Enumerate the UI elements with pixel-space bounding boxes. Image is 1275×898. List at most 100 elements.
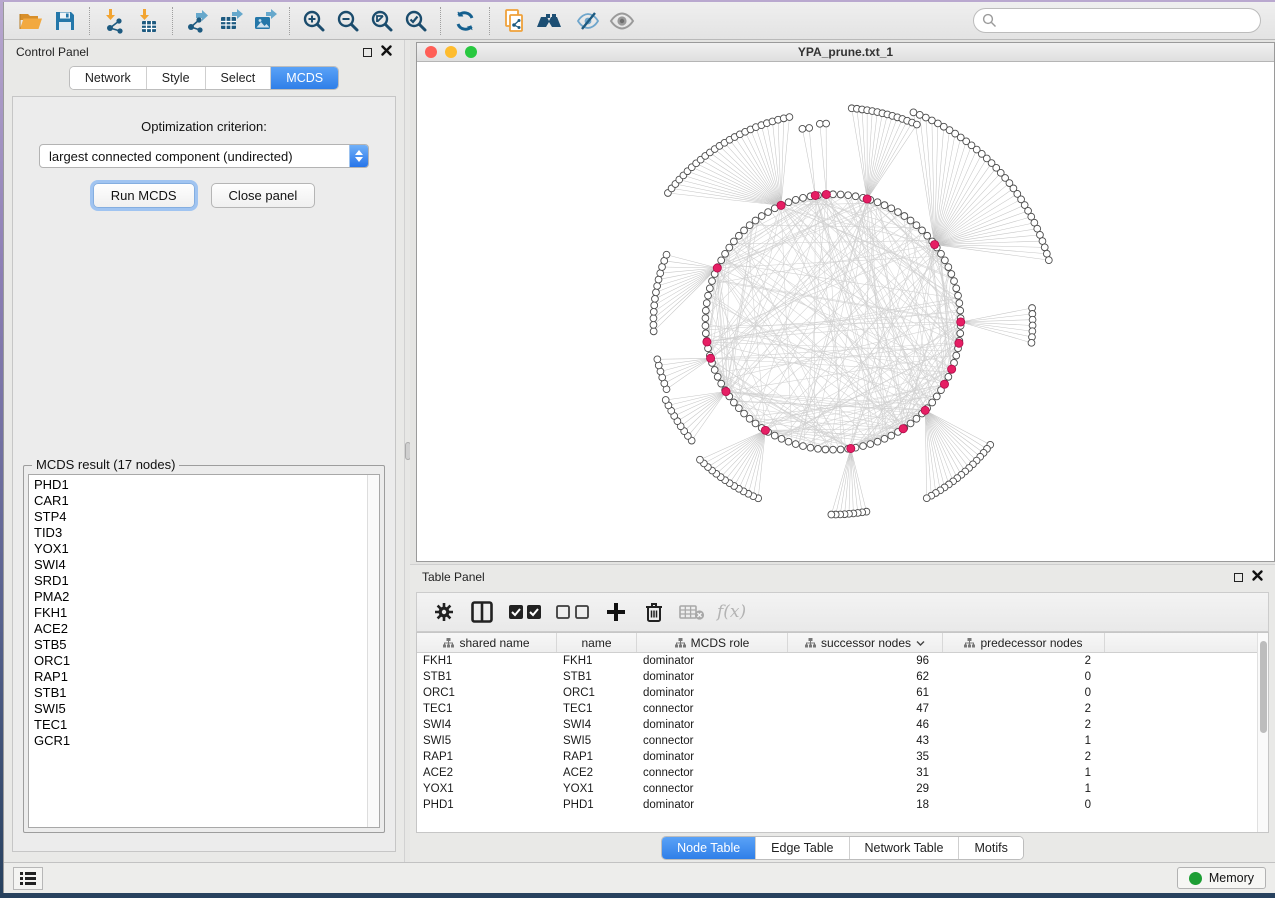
network-window-titlebar[interactable]: YPA_prune.txt_1 bbox=[417, 43, 1274, 62]
table-row[interactable]: YOX1YOX1connector291 bbox=[417, 781, 1257, 797]
table-panel-title: Table Panel bbox=[422, 570, 485, 584]
cell-successors: 47 bbox=[788, 703, 943, 715]
zoom-out-icon[interactable] bbox=[331, 5, 365, 37]
mcds-result-item[interactable]: FKH1 bbox=[34, 605, 367, 621]
column-header-filler bbox=[1105, 633, 1257, 652]
hide-selected-icon[interactable] bbox=[571, 5, 605, 37]
tab-network[interactable]: Network bbox=[70, 67, 147, 89]
mcds-result-item[interactable]: STB5 bbox=[34, 637, 367, 653]
column-header-MCDS-role[interactable]: MCDS role bbox=[637, 633, 788, 652]
tab-select[interactable]: Select bbox=[206, 67, 272, 89]
network-view-canvas[interactable] bbox=[417, 62, 1274, 561]
mcds-result-item[interactable]: TID3 bbox=[34, 525, 367, 541]
column-header-successor-nodes[interactable]: successor nodes bbox=[788, 633, 943, 652]
table-row[interactable]: SWI5SWI5connector431 bbox=[417, 733, 1257, 749]
gear-icon[interactable] bbox=[431, 599, 457, 625]
task-history-button[interactable] bbox=[13, 867, 43, 890]
cell-role: connector bbox=[637, 735, 788, 747]
mcds-result-item[interactable]: CAR1 bbox=[34, 493, 367, 509]
table-panel-header: Table Panel bbox=[410, 565, 1275, 589]
show-all-icon[interactable] bbox=[605, 5, 639, 37]
float-panel-icon[interactable] bbox=[1234, 573, 1243, 582]
table-scrollbar-thumb[interactable] bbox=[1260, 641, 1267, 733]
open-file-icon[interactable] bbox=[14, 5, 48, 37]
run-mcds-button[interactable]: Run MCDS bbox=[93, 183, 195, 208]
mcds-result-item[interactable]: PHD1 bbox=[34, 477, 367, 493]
export-image-icon[interactable] bbox=[248, 5, 282, 37]
cell-name: SWI5 bbox=[557, 735, 637, 747]
cell-name: PHD1 bbox=[557, 799, 637, 811]
mcds-result-item[interactable]: YOX1 bbox=[34, 541, 367, 557]
tab-motifs[interactable]: Motifs bbox=[959, 837, 1022, 859]
mcds-result-item[interactable]: TEC1 bbox=[34, 717, 367, 733]
mcds-result-item[interactable]: ORC1 bbox=[34, 653, 367, 669]
network-window: YPA_prune.txt_1 bbox=[416, 42, 1275, 562]
table-row[interactable]: TEC1TEC1connector472 bbox=[417, 701, 1257, 717]
close-panel-icon[interactable] bbox=[1252, 570, 1263, 584]
tab-node-table[interactable]: Node Table bbox=[662, 837, 756, 859]
close-panel-icon[interactable] bbox=[381, 45, 392, 59]
mcds-result-item[interactable]: RAP1 bbox=[34, 669, 367, 685]
tab-style[interactable]: Style bbox=[147, 67, 206, 89]
add-column-icon[interactable] bbox=[603, 599, 629, 625]
save-session-icon[interactable] bbox=[48, 5, 82, 37]
cell-successors: 29 bbox=[788, 783, 943, 795]
table-row[interactable]: SWI4SWI4dominator462 bbox=[417, 717, 1257, 733]
shared-column-icon bbox=[964, 638, 975, 648]
import-table-icon[interactable] bbox=[131, 5, 165, 37]
mcds-result-item[interactable]: PMA2 bbox=[34, 589, 367, 605]
window-close-icon[interactable] bbox=[425, 46, 437, 58]
zoom-selected-icon[interactable] bbox=[399, 5, 433, 37]
tab-mcds[interactable]: MCDS bbox=[271, 67, 338, 89]
mcds-result-item[interactable]: STP4 bbox=[34, 509, 367, 525]
mcds-result-item[interactable]: SWI5 bbox=[34, 701, 367, 717]
search-input[interactable] bbox=[973, 8, 1261, 33]
mcds-result-item[interactable]: SWI4 bbox=[34, 557, 367, 573]
mcds-result-list[interactable]: PHD1CAR1STP4TID3YOX1SWI4SRD1PMA2FKH1ACE2… bbox=[28, 474, 380, 828]
tab-network-table[interactable]: Network Table bbox=[850, 837, 960, 859]
table-row[interactable]: ORC1ORC1dominator610 bbox=[417, 685, 1257, 701]
table-row[interactable]: RAP1RAP1dominator352 bbox=[417, 749, 1257, 765]
copy-network-icon[interactable] bbox=[497, 5, 531, 37]
cell-shared_name: ORC1 bbox=[417, 687, 557, 699]
split-column-icon[interactable] bbox=[469, 599, 495, 625]
export-table-icon[interactable] bbox=[214, 5, 248, 37]
column-header-predecessor-nodes[interactable]: predecessor nodes bbox=[943, 633, 1105, 652]
table-row[interactable]: ACE2ACE2connector311 bbox=[417, 765, 1257, 781]
zoom-fit-icon[interactable] bbox=[365, 5, 399, 37]
column-label: shared name bbox=[459, 636, 529, 650]
deselect-all-rows-icon[interactable] bbox=[555, 599, 591, 625]
refresh-icon[interactable] bbox=[448, 5, 482, 37]
table-row[interactable]: FKH1FKH1dominator962 bbox=[417, 653, 1257, 669]
select-all-rows-icon[interactable] bbox=[507, 599, 543, 625]
mcds-result-item[interactable]: ACE2 bbox=[34, 621, 367, 637]
column-header-shared-name[interactable]: shared name bbox=[417, 633, 557, 652]
mcds-result-item[interactable]: GCR1 bbox=[34, 733, 367, 749]
table-row[interactable]: PHD1PHD1dominator180 bbox=[417, 797, 1257, 813]
search-icon bbox=[982, 13, 997, 31]
mcds-list-scrollbar[interactable] bbox=[367, 475, 379, 827]
network-graph[interactable] bbox=[417, 62, 1274, 561]
column-header-name[interactable]: name bbox=[557, 633, 637, 652]
tab-edge-table[interactable]: Edge Table bbox=[756, 837, 849, 859]
export-network-icon[interactable] bbox=[180, 5, 214, 37]
cell-successors: 18 bbox=[788, 799, 943, 811]
toolbar-separator bbox=[172, 7, 173, 35]
zoom-in-icon[interactable] bbox=[297, 5, 331, 37]
table-scrollbar[interactable] bbox=[1257, 633, 1268, 832]
float-panel-icon[interactable] bbox=[363, 48, 372, 57]
sort-descending-icon bbox=[916, 640, 925, 646]
delete-column-icon[interactable] bbox=[641, 599, 667, 625]
mcds-result-item[interactable]: SRD1 bbox=[34, 573, 367, 589]
window-minimize-icon[interactable] bbox=[445, 46, 457, 58]
table-row[interactable]: STB1STB1dominator620 bbox=[417, 669, 1257, 685]
window-zoom-icon[interactable] bbox=[465, 46, 477, 58]
shared-column-icon bbox=[675, 638, 686, 648]
optimization-criterion-dropdown[interactable]: largest connected component (undirected) bbox=[39, 144, 369, 168]
memory-button[interactable]: Memory bbox=[1177, 867, 1266, 889]
clear-table-icon[interactable] bbox=[679, 599, 705, 625]
mcds-result-item[interactable]: STB1 bbox=[34, 685, 367, 701]
close-panel-button[interactable]: Close panel bbox=[211, 183, 316, 208]
import-network-icon[interactable] bbox=[97, 5, 131, 37]
find-icon[interactable] bbox=[531, 5, 571, 37]
